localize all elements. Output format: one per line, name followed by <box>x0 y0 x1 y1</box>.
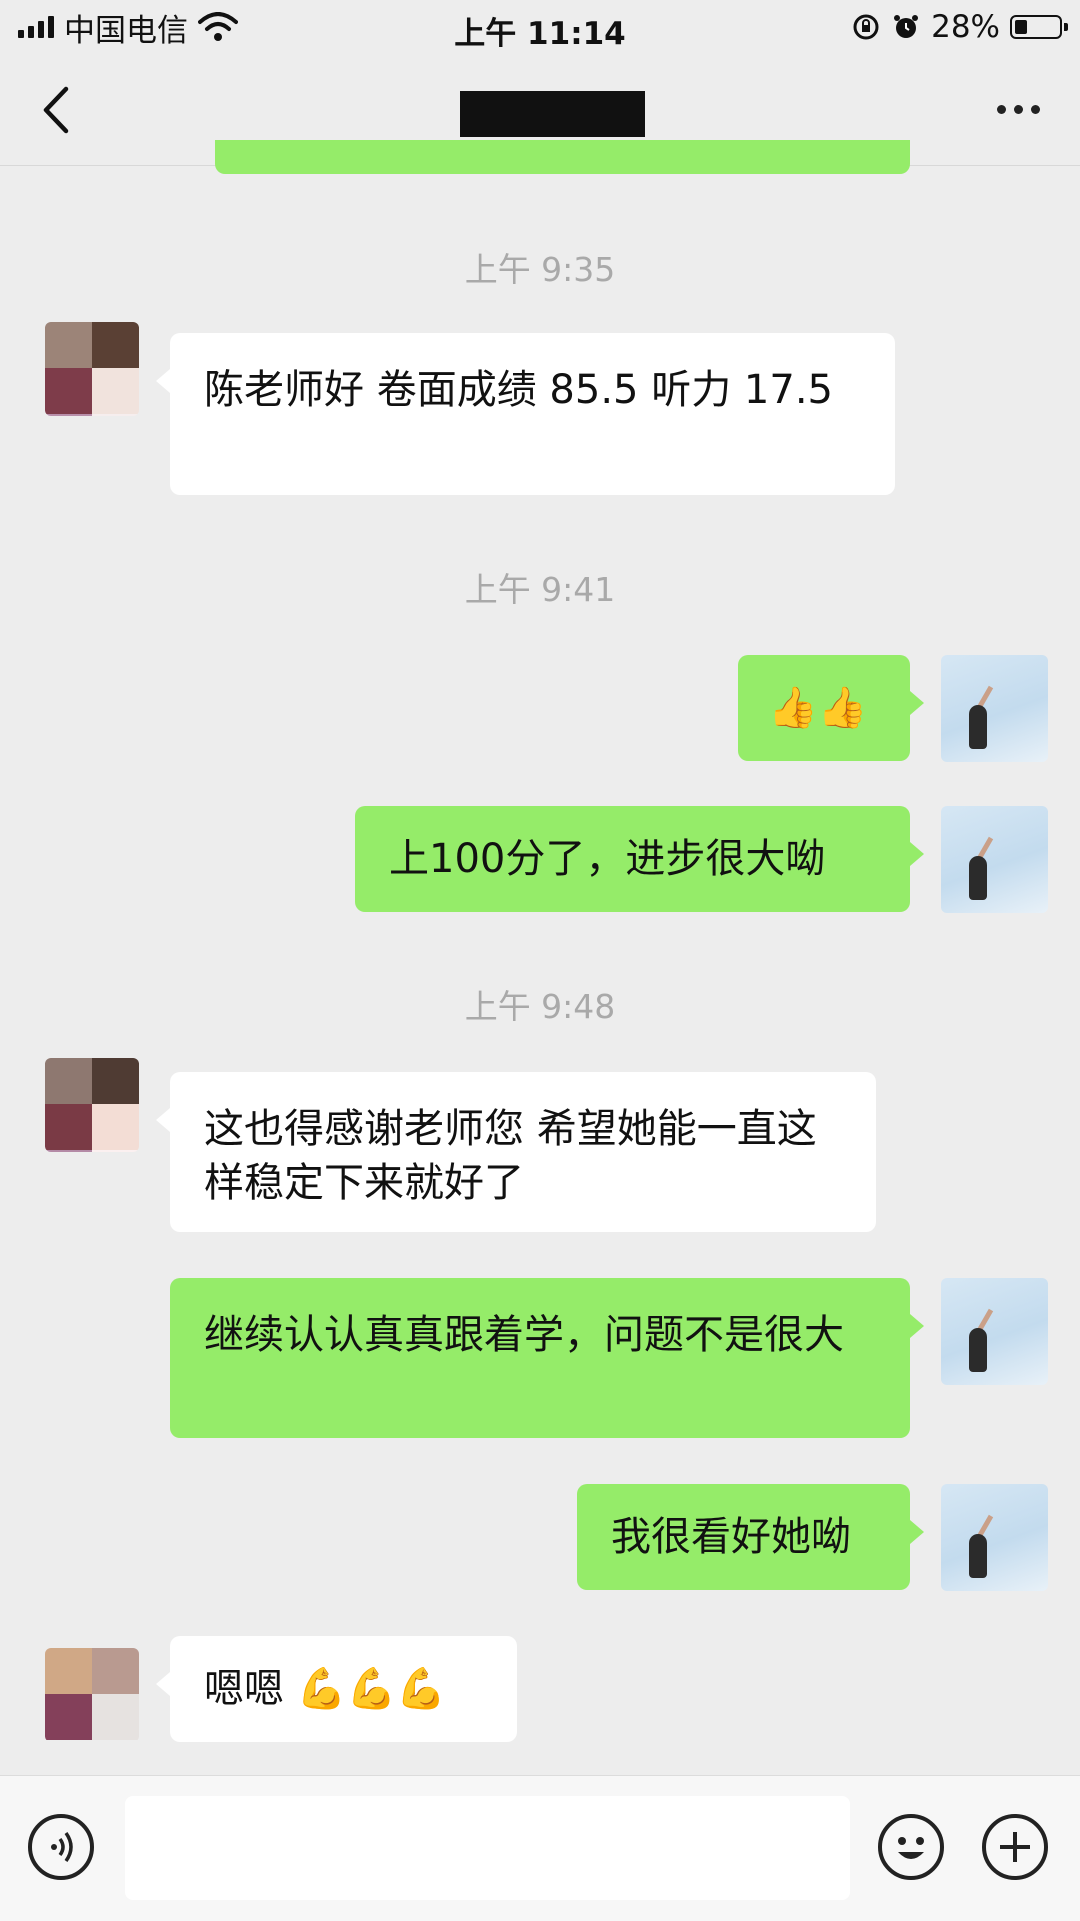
back-chevron-icon[interactable] <box>38 85 78 135</box>
alarm-icon <box>894 15 919 38</box>
chat-title-redacted <box>460 91 645 137</box>
self-avatar[interactable] <box>941 655 1048 762</box>
outgoing-message[interactable]: 我很看好她呦 <box>577 1484 924 1590</box>
self-avatar[interactable] <box>941 1484 1048 1591</box>
status-right: 28% <box>851 8 1068 46</box>
previous-message-bubble-edge <box>215 140 910 174</box>
emoji-icon[interactable] <box>878 1814 944 1880</box>
message-timestamp: 上午 9:35 <box>464 250 616 289</box>
battery-icon <box>1010 15 1068 39</box>
message-input[interactable] <box>125 1796 850 1900</box>
self-avatar[interactable] <box>941 1278 1048 1385</box>
message-timestamp: 上午 9:41 <box>464 570 616 609</box>
more-options-icon[interactable] <box>997 105 1040 114</box>
plus-icon[interactable] <box>982 1814 1048 1880</box>
contact-avatar[interactable] <box>45 322 139 416</box>
incoming-message[interactable]: 这也得感谢老师您 希望她能一直这样稳定下来就好了 <box>156 1072 876 1232</box>
message-timestamp: 上午 9:48 <box>464 987 616 1026</box>
battery-fill <box>1015 20 1027 34</box>
contact-avatar[interactable] <box>45 1058 139 1152</box>
incoming-message[interactable]: 嗯嗯 💪💪💪 <box>156 1636 517 1742</box>
self-avatar[interactable] <box>941 806 1048 913</box>
status-bar: 中国电信 上午 11:14 28% <box>0 0 1080 55</box>
contact-avatar[interactable] <box>45 1648 139 1742</box>
chat-input-bar <box>0 1775 1080 1921</box>
incoming-message[interactable]: 陈老师好 卷面成绩 85.5 听力 17.5 <box>156 333 895 495</box>
rotation-lock-icon <box>853 14 879 40</box>
outgoing-message[interactable]: 👍👍 <box>738 655 924 761</box>
outgoing-message[interactable]: 继续认认真真跟着学，问题不是很大 <box>170 1278 924 1438</box>
outgoing-message[interactable]: 上100分了，进步很大呦 <box>355 806 924 912</box>
battery-percent: 28% <box>931 9 1000 45</box>
voice-icon[interactable] <box>28 1814 94 1880</box>
